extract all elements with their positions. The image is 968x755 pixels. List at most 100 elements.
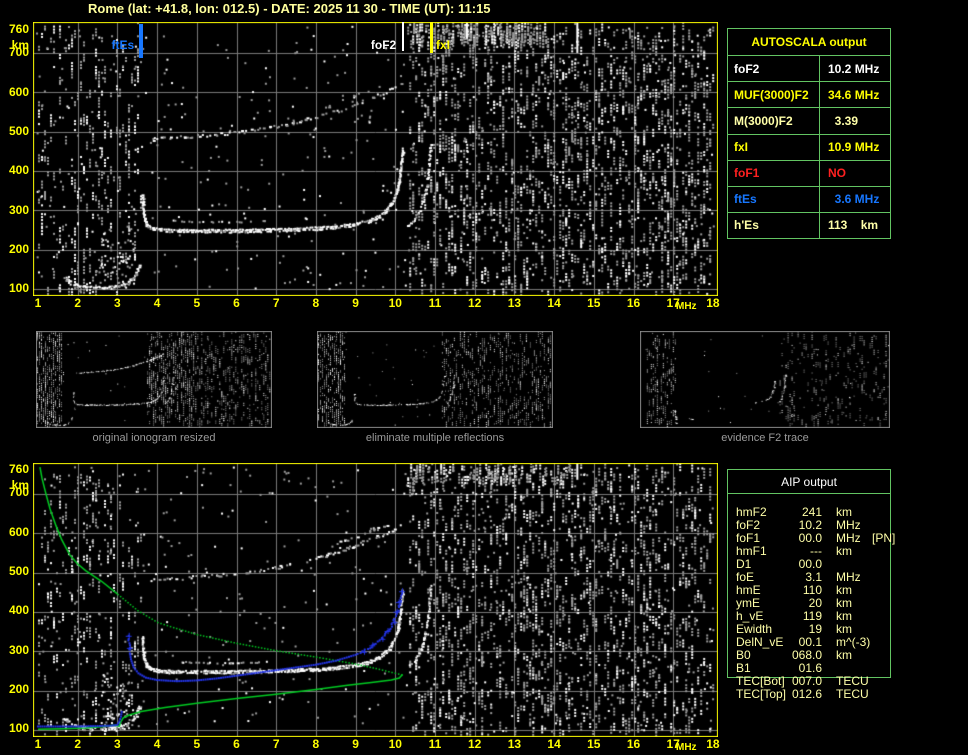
marker-label-ftEs: ftEs [111, 38, 135, 52]
autoscala-param-name: ftEs [734, 192, 757, 207]
x-tick-2: 2 [74, 296, 82, 310]
autoscala-row-M(3000)F2: M(3000)F2 3.39 [728, 107, 890, 134]
x-tick-7: 7 [272, 737, 280, 751]
x-tick-3: 3 [114, 737, 121, 751]
autoscala-table-title: AUTOSCALA output [751, 35, 867, 50]
x-tick-15: 15 [587, 296, 601, 310]
y-tick-400: 400 [8, 603, 29, 618]
autoscala-output-table: AUTOSCALA output foF2 10.2 MHz MUF(3000)F2… [727, 28, 891, 239]
bottom-x-unit-label: MHz [676, 742, 697, 753]
x-tick-14: 14 [547, 296, 561, 310]
x-tick-7: 7 [272, 296, 280, 310]
autoscala-app-window: Rome (lat: +41.8, lon: 012.5) - DATE: 20… [0, 0, 968, 755]
x-tick-1: 1 [34, 737, 42, 751]
autoscala-row-fxI: fxI 10.9 MHz [728, 133, 890, 160]
y-tick-600: 600 [8, 84, 29, 99]
autoscala-param-value: 34.6 MHz [819, 82, 890, 108]
x-tick-6: 6 [233, 737, 240, 751]
x-tick-3: 3 [114, 296, 121, 310]
marker-label-fxI: fxI [436, 38, 451, 52]
y-tick-760: 760 [8, 21, 29, 36]
x-tick-9: 9 [352, 737, 359, 751]
autoscala-param-value: 10.2 MHz [819, 56, 890, 82]
aip-extra [868, 610, 890, 623]
y-tick-300: 300 [8, 642, 29, 657]
x-tick-16: 16 [626, 296, 641, 310]
page-title: Rome (lat: +41.8, lon: 012.5) - DATE: 20… [88, 1, 491, 16]
aip-extra [868, 688, 890, 701]
x-tick-13: 13 [507, 296, 522, 310]
aip-extra [868, 545, 890, 558]
x-tick-12: 12 [468, 737, 482, 751]
x-tick-5: 5 [193, 296, 201, 310]
aip-extra [868, 558, 890, 571]
top-x-unit-label: MHz [676, 301, 697, 312]
marker-label-foF2: foF2 [370, 38, 397, 52]
y-tick-400: 400 [8, 163, 29, 178]
x-tick-9: 9 [352, 296, 359, 310]
y-tick-700: 700 [8, 45, 29, 60]
x-tick-8: 8 [312, 737, 320, 751]
autoscala-param-name: h'Es [734, 218, 759, 233]
autoscala-param-value: NO [819, 160, 890, 186]
aip-name: TEC[Top] [736, 687, 787, 701]
x-tick-1: 1 [34, 296, 42, 310]
marker-line-ftEs [139, 24, 144, 58]
x-tick-13: 13 [507, 737, 522, 751]
marker-line-fxI [429, 22, 433, 53]
x-tick-11: 11 [428, 296, 442, 310]
aip-extra [868, 623, 890, 636]
aip-unit: km [836, 544, 852, 558]
autoscala-param-value: 113 km [819, 212, 890, 238]
aip-table-title: AIP output [728, 470, 890, 494]
autoscala-row-foF2: foF2 10.2 MHz [728, 55, 890, 82]
y-tick-500: 500 [8, 563, 29, 578]
aip-unit: TECU [836, 687, 869, 701]
autoscala-row-ftEs: ftEs 3.6 MHz [728, 185, 890, 212]
thumbnail-caption-3: evidence F2 trace [721, 432, 809, 444]
x-tick-10: 10 [388, 737, 402, 751]
x-tick-10: 10 [388, 296, 402, 310]
y-tick-760: 760 [8, 461, 29, 476]
x-tick-12: 12 [468, 296, 482, 310]
aip-row-TEC[Top]: TEC[Top] 012.6 TECU [736, 688, 890, 701]
autoscala-param-value: 3.6 MHz [819, 186, 890, 212]
x-tick-8: 8 [312, 296, 320, 310]
autoscala-param-value: 10.9 MHz [819, 134, 890, 160]
thumbnail-original-ionogram [36, 331, 272, 428]
thumbnail-evidence-f2-trace [640, 331, 890, 428]
x-tick-4: 4 [153, 737, 161, 751]
x-tick-15: 15 [587, 737, 601, 751]
aip-extra [868, 636, 890, 649]
y-tick-100: 100 [8, 721, 29, 736]
aip-extra: [PN] [872, 531, 896, 545]
aip-extra [868, 597, 890, 610]
y-tick-500: 500 [8, 123, 29, 138]
top-ionogram-canvas [33, 22, 718, 296]
x-tick-11: 11 [428, 737, 442, 751]
aip-extra [868, 584, 890, 597]
autoscala-param-name: MUF(3000)F2 [734, 87, 809, 102]
y-tick-600: 600 [8, 524, 29, 539]
aip-value: 012.6 [791, 687, 822, 701]
autoscala-param-value: 3.39 [819, 108, 890, 134]
aip-extra [868, 506, 890, 519]
autoscala-row-foF1: foF1 NO [728, 159, 890, 186]
bottom-ionogram-canvas [33, 463, 718, 737]
marker-line-foF2 [402, 22, 405, 51]
x-tick-18: 18 [706, 296, 720, 310]
x-tick-16: 16 [626, 737, 641, 751]
y-tick-300: 300 [8, 202, 29, 217]
thumbnail-caption-1: original ionogram resized [92, 432, 216, 444]
aip-table-rows: hmF2 241 km foF2 10.2 MHz foF1 00.0 MHz [PN] hmF1-… [736, 506, 895, 701]
autoscala-param-name: M(3000)F2 [734, 113, 793, 128]
x-tick-14: 14 [547, 737, 561, 751]
aip-extra [868, 571, 890, 584]
y-tick-200: 200 [8, 681, 29, 696]
x-tick-2: 2 [74, 737, 82, 751]
x-tick-5: 5 [193, 737, 201, 751]
autoscala-row-h'Es: h'Es 113 km [728, 211, 890, 238]
autoscala-param-name: foF1 [734, 166, 760, 181]
autoscala-param-name: foF2 [734, 61, 760, 76]
y-tick-100: 100 [8, 281, 29, 296]
